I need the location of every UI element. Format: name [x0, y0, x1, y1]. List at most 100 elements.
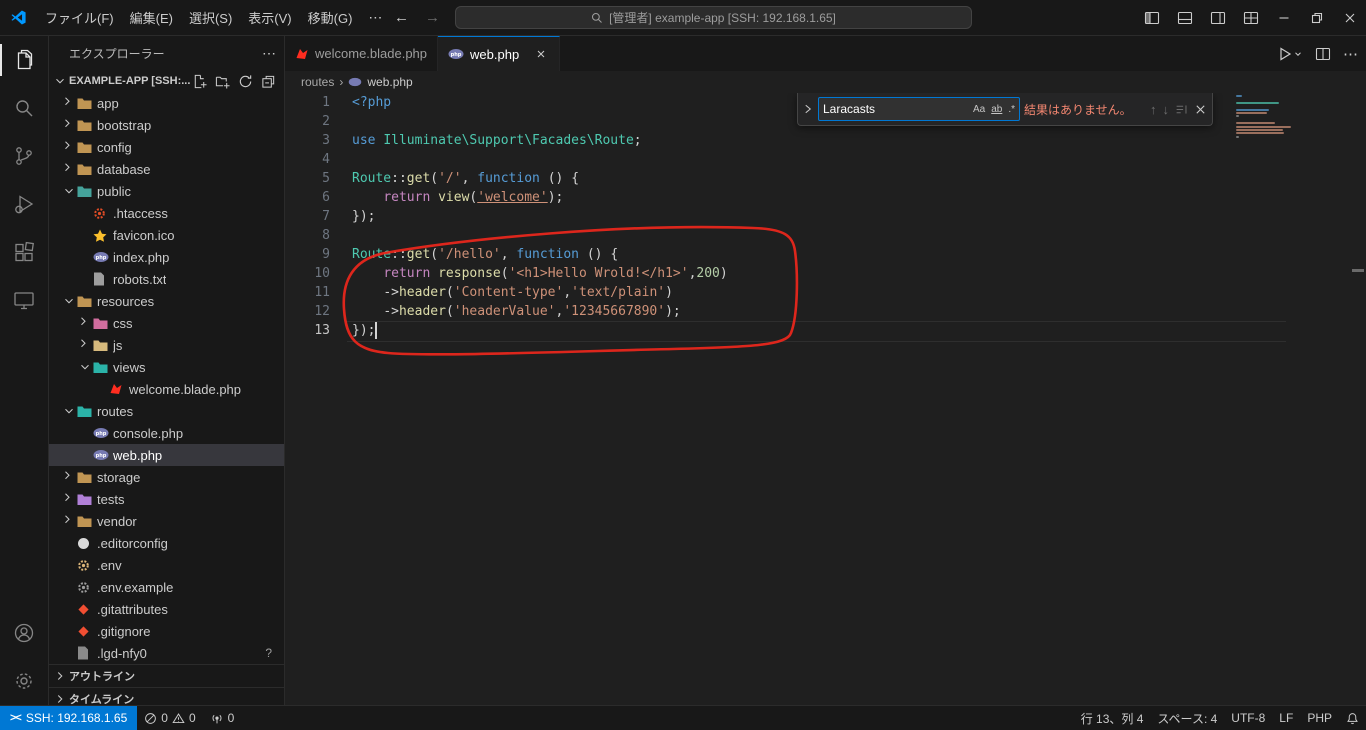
menu-edit[interactable]: 編集(E): [122, 4, 181, 31]
tab-welcome-blade[interactable]: welcome.blade.php: [285, 36, 439, 71]
find-query[interactable]: Laracasts: [823, 102, 967, 116]
problems-indicator[interactable]: 0 0: [137, 706, 202, 730]
code-line-12[interactable]: 12 ->header('headerValue','12345667890')…: [285, 302, 1366, 321]
settings-gear-icon[interactable]: [0, 657, 48, 705]
find-close-icon[interactable]: [1193, 102, 1208, 117]
tree-item-storage[interactable]: storage: [49, 466, 284, 488]
find-expand-chevron-icon[interactable]: [802, 103, 814, 115]
run-debug-icon[interactable]: [0, 180, 48, 228]
code-line-6[interactable]: 6 return view('welcome');: [285, 188, 1366, 207]
toggle-panel-icon[interactable]: [1168, 0, 1201, 35]
tree-item-.gitignore[interactable]: .gitignore: [49, 620, 284, 642]
run-file-icon[interactable]: [1277, 46, 1303, 62]
code-line-5[interactable]: 5 Route::get('/', function () {: [285, 169, 1366, 188]
remote-indicator[interactable]: >< SSH: 192.168.1.65: [0, 706, 138, 730]
minimize-icon[interactable]: [1267, 0, 1300, 35]
match-case-icon[interactable]: Aa: [973, 104, 985, 115]
tree-item-.gitattributes[interactable]: .gitattributes: [49, 598, 284, 620]
workspace-section-header[interactable]: EXAMPLE-APP [SSH:...: [49, 70, 284, 92]
tree-item-favicon.ico[interactable]: favicon.ico: [49, 224, 284, 246]
encoding-indicator[interactable]: UTF-8: [1224, 711, 1272, 725]
code-line-4[interactable]: 4: [285, 150, 1366, 169]
tree-item-public[interactable]: public: [49, 180, 284, 202]
tree-item-.env[interactable]: .env: [49, 554, 284, 576]
tree-item-app[interactable]: app: [49, 92, 284, 114]
eol-indicator[interactable]: LF: [1272, 711, 1300, 725]
toggle-secondary-sidebar-icon[interactable]: [1201, 0, 1234, 35]
chevron-expanded-icon[interactable]: [77, 360, 93, 374]
editor-more-actions-icon[interactable]: ⋯: [1343, 45, 1358, 63]
menu-view[interactable]: 表示(V): [240, 4, 299, 31]
chevron-collapsed-icon[interactable]: [61, 140, 77, 154]
tree-item-config[interactable]: config: [49, 136, 284, 158]
new-file-icon[interactable]: [192, 74, 207, 89]
extensions-icon[interactable]: [0, 228, 48, 276]
search-sidebar-icon[interactable]: [0, 84, 48, 132]
command-center[interactable]: [管理者] example-app [SSH: 192.168.1.65]: [455, 6, 972, 29]
find-previous-icon[interactable]: ↑: [1149, 101, 1158, 118]
tree-item-views[interactable]: views: [49, 356, 284, 378]
menu-selection[interactable]: 選択(S): [181, 4, 240, 31]
tree-item-.editorconfig[interactable]: .editorconfig: [49, 532, 284, 554]
tree-item-database[interactable]: database: [49, 158, 284, 180]
indent-indicator[interactable]: スペース: 4: [1150, 710, 1224, 727]
chevron-collapsed-icon[interactable]: [61, 492, 77, 506]
find-next-icon[interactable]: ↓: [1162, 101, 1171, 118]
tree-item-vendor[interactable]: vendor: [49, 510, 284, 532]
breadcrumb-file[interactable]: web.php: [348, 75, 413, 89]
find-input[interactable]: Laracasts Aa ab .*: [818, 97, 1020, 121]
tab-web-php[interactable]: php web.php: [438, 36, 561, 71]
code-line-11[interactable]: 11 ->header('Content-type','text/plain'): [285, 283, 1366, 302]
customize-layout-icon[interactable]: [1234, 0, 1267, 35]
whole-word-icon[interactable]: ab: [991, 104, 1002, 115]
chevron-collapsed-icon[interactable]: [77, 338, 93, 352]
outline-section-header[interactable]: アウトライン: [49, 664, 284, 687]
chevron-collapsed-icon[interactable]: [77, 316, 93, 330]
chevron-collapsed-icon[interactable]: [61, 96, 77, 110]
tree-item-resources[interactable]: resources: [49, 290, 284, 312]
tree-item-js[interactable]: js: [49, 334, 284, 356]
forward-arrow-icon[interactable]: →: [425, 9, 440, 26]
tree-item-css[interactable]: css: [49, 312, 284, 334]
code-line-13[interactable]: 13});: [285, 321, 1366, 340]
tree-item-tests[interactable]: tests: [49, 488, 284, 510]
split-editor-icon[interactable]: [1315, 46, 1331, 62]
tree-item-index.php[interactable]: php index.php: [49, 246, 284, 268]
chevron-collapsed-icon[interactable]: [61, 162, 77, 176]
chevron-expanded-icon[interactable]: [61, 404, 77, 418]
back-arrow-icon[interactable]: ←: [394, 9, 409, 26]
minimap[interactable]: [1236, 95, 1294, 139]
tree-item-.htaccess[interactable]: .htaccess: [49, 202, 284, 224]
chevron-collapsed-icon[interactable]: [61, 514, 77, 528]
source-control-icon[interactable]: [0, 132, 48, 180]
explorer-icon[interactable]: [0, 36, 48, 84]
accounts-icon[interactable]: [0, 609, 48, 657]
remote-explorer-icon[interactable]: [0, 276, 48, 324]
tree-item-routes[interactable]: routes: [49, 400, 284, 422]
refresh-icon[interactable]: [238, 74, 253, 89]
language-indicator[interactable]: PHP: [1300, 711, 1339, 725]
tree-item-welcome.blade.php[interactable]: welcome.blade.php: [49, 378, 284, 400]
chevron-collapsed-icon[interactable]: [61, 118, 77, 132]
line-col-indicator[interactable]: 行 13、列 4: [1074, 710, 1151, 727]
code-editor[interactable]: 1 <?php 2 3 use Illuminate\Support\Facades\R…: [285, 93, 1366, 705]
tab-close-icon[interactable]: [533, 46, 549, 62]
chevron-collapsed-icon[interactable]: [61, 470, 77, 484]
code-area[interactable]: 1 <?php 2 3 use Illuminate\Support\Facades\R…: [285, 93, 1366, 340]
code-line-3[interactable]: 3 use Illuminate\Support\Facades\Route;: [285, 131, 1366, 150]
menu-more-icon[interactable]: ⋯: [360, 5, 390, 30]
explorer-more-actions-icon[interactable]: ⋯: [262, 45, 276, 62]
timeline-section-header[interactable]: タイムライン: [49, 687, 284, 705]
chevron-expanded-icon[interactable]: [61, 294, 77, 308]
find-in-selection-icon[interactable]: [1174, 102, 1189, 117]
notifications-bell[interactable]: [1339, 712, 1366, 725]
collapse-all-icon[interactable]: [261, 74, 276, 89]
toggle-sidebar-icon[interactable]: [1135, 0, 1168, 35]
tree-item-bootstrap[interactable]: bootstrap: [49, 114, 284, 136]
new-folder-icon[interactable]: [215, 74, 230, 89]
ports-indicator[interactable]: 0: [203, 706, 242, 730]
tree-item-.lgd-nfy0[interactable]: .lgd-nfy0?: [49, 642, 284, 664]
close-icon[interactable]: [1333, 0, 1366, 35]
breadcrumb-folder[interactable]: routes: [301, 75, 334, 89]
menu-file[interactable]: ファイル(F): [37, 4, 122, 31]
